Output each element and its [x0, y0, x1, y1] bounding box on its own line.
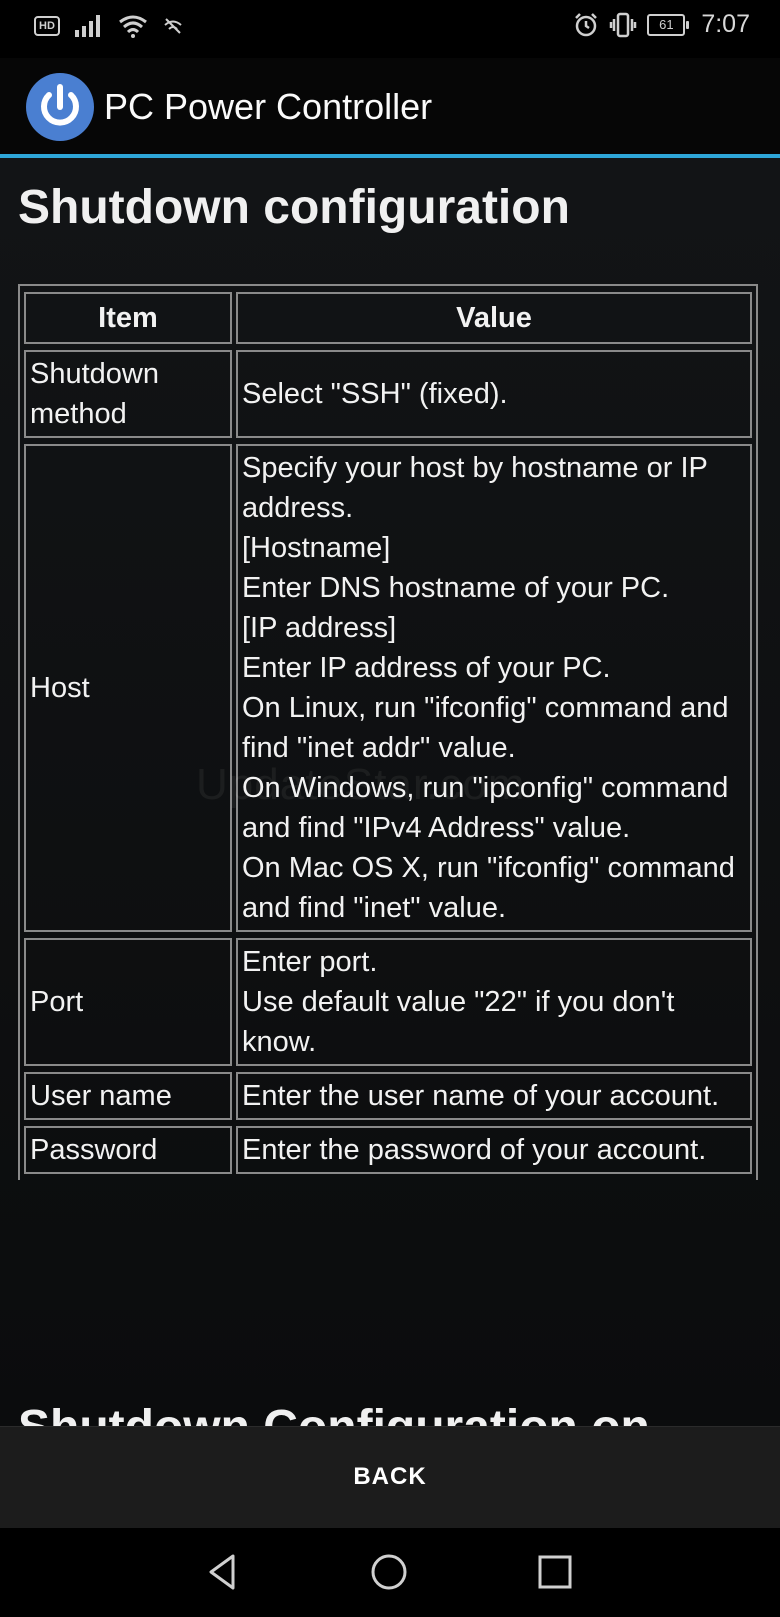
- value-line: Enter the user name of your account.: [242, 1080, 720, 1112]
- wifi-calling-icon: [164, 18, 182, 34]
- row-value-cell: Specify your host by hostname or IP addr…: [236, 444, 752, 932]
- status-bar-right: 61 7:07: [573, 10, 750, 39]
- value-line: Use default value "22" if you don't know…: [242, 986, 675, 1058]
- row-item-cell: Port: [24, 938, 232, 1066]
- value-line: [IP address]: [242, 612, 397, 644]
- value-line: [Hostname]: [242, 532, 391, 564]
- wifi-icon: [118, 15, 147, 38]
- value-line: On Windows, run "ipconfig" command and f…: [242, 772, 729, 844]
- status-time: 7:07: [701, 10, 750, 38]
- row-item-cell: Host: [24, 444, 232, 932]
- row-item-cell: Password: [24, 1126, 232, 1174]
- value-line: On Linux, run "ifconfig" command and fin…: [242, 692, 729, 764]
- config-table-body: Shutdown method Select "SSH" (fixed). Host…: [24, 350, 752, 1174]
- nav-back-icon[interactable]: [203, 1552, 243, 1592]
- header-item: Item: [24, 292, 232, 344]
- row-value-cell: Select "SSH" (fixed).: [236, 350, 752, 438]
- app-bar: PC Power Controller: [0, 58, 780, 158]
- table-row: Port Enter port. Use default value "22" if…: [24, 938, 752, 1066]
- help-content[interactable]: Shutdown configuration Item Value Shutdo…: [0, 158, 780, 1426]
- config-table: Item Value Shutdown method Select "SSH" (…: [20, 286, 756, 1180]
- system-nav-bar: [0, 1528, 780, 1617]
- row-value-cell: Enter port. Use default value "22" if you…: [236, 938, 752, 1066]
- value-line: Specify your host by hostname or IP addr…: [242, 452, 708, 524]
- value-line: On Mac OS X, run "ifconfig" command and …: [242, 852, 735, 924]
- page-title: Shutdown configuration: [18, 181, 570, 234]
- battery-indicator: 61: [647, 13, 690, 36]
- config-table-frame: Item Value Shutdown method Select "SSH" (…: [18, 284, 758, 1180]
- table-row: Password Enter the password of your accou…: [24, 1126, 752, 1174]
- row-value-cell: Enter the user name of your account.: [236, 1072, 752, 1120]
- app-logo: [26, 73, 94, 141]
- bottom-bar: BACK: [0, 1426, 780, 1528]
- table-row: Shutdown method Select "SSH" (fixed).: [24, 350, 752, 438]
- value-line: Enter the password of your account.: [242, 1134, 707, 1166]
- value-line: Enter DNS hostname of your PC.: [242, 572, 670, 604]
- value-line: Enter IP address of your PC.: [242, 652, 611, 684]
- next-section-heading: Shutdown Configuration on: [18, 1400, 650, 1426]
- back-button[interactable]: BACK: [0, 1427, 780, 1527]
- vibrate-icon: [610, 12, 637, 37]
- value-line: Select "SSH" (fixed).: [242, 378, 508, 410]
- value-line: Enter port.: [242, 946, 378, 978]
- status-bar-left: HD: [34, 14, 184, 38]
- table-row: Host Specify your host by hostname or IP …: [24, 444, 752, 932]
- row-item-cell: User name: [24, 1072, 232, 1120]
- row-item-cell: Shutdown method: [24, 350, 232, 438]
- row-value-cell: Enter the password of your account.: [236, 1126, 752, 1174]
- status-bar: HD 61 7:07: [0, 0, 780, 58]
- nav-recent-icon[interactable]: [535, 1552, 575, 1592]
- app-title: PC Power Controller: [104, 86, 433, 127]
- power-icon: [41, 84, 79, 126]
- table-header-row: Item Value: [24, 292, 752, 344]
- hd-badge: HD: [34, 16, 60, 36]
- table-row: User name Enter the user name of your acc…: [24, 1072, 752, 1120]
- signal-icon: [74, 15, 100, 37]
- header-value: Value: [236, 292, 752, 344]
- nav-home-icon[interactable]: [369, 1552, 409, 1592]
- alarm-icon: [575, 12, 598, 36]
